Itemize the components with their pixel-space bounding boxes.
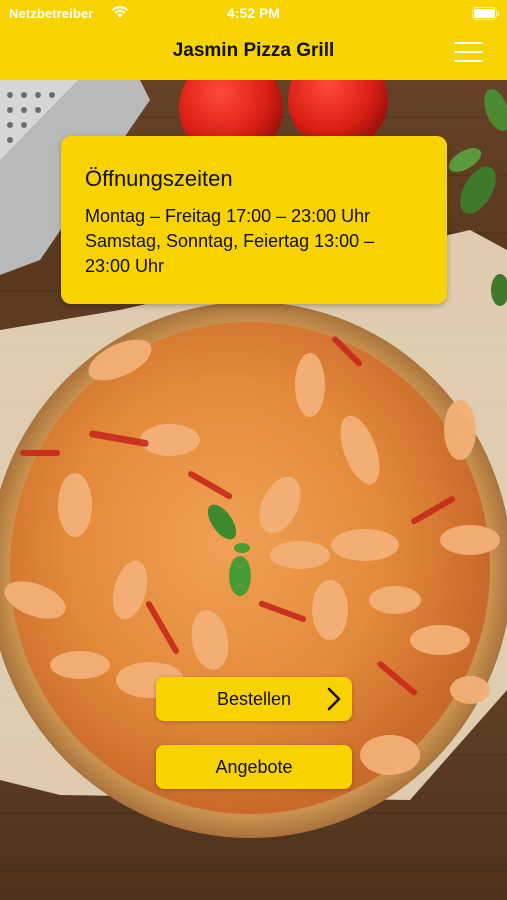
status-bar: Netzbetreiber 4:52 PM bbox=[0, 0, 507, 28]
opening-hours-line: 23:00 Uhr bbox=[85, 256, 165, 276]
chevron-right-icon bbox=[327, 687, 341, 711]
battery-icon bbox=[472, 7, 500, 20]
menu-bar-line bbox=[454, 51, 483, 53]
menu-bar-line bbox=[454, 42, 483, 44]
page-title: Jasmin Pizza Grill bbox=[172, 40, 335, 61]
opening-hours-title: Öffnungszeiten bbox=[85, 166, 233, 191]
navigation-bar: Netzbetreiber 4:52 PM Jasmin Pizza Grill bbox=[0, 0, 507, 80]
opening-hours-line: Samstag, Sonntag, Feiertag 13:00 – bbox=[85, 231, 375, 251]
opening-hours-line: Montag – Freitag 17:00 – 23:00 Uhr bbox=[85, 206, 371, 226]
menu-bar-line bbox=[454, 60, 483, 62]
order-button[interactable]: Bestellen bbox=[156, 677, 352, 721]
offers-button[interactable]: Angebote bbox=[156, 745, 352, 789]
offers-button-label: Angebote bbox=[215, 757, 293, 777]
order-button-label: Bestellen bbox=[216, 689, 292, 709]
opening-hours-card: Öffnungszeiten Montag – Freitag 17:00 – … bbox=[61, 136, 447, 304]
app-screen: Netzbetreiber 4:52 PM Jasmin Pizza Grill… bbox=[0, 0, 507, 900]
status-time: 4:52 PM bbox=[227, 5, 280, 21]
hamburger-menu-icon[interactable] bbox=[448, 36, 488, 68]
